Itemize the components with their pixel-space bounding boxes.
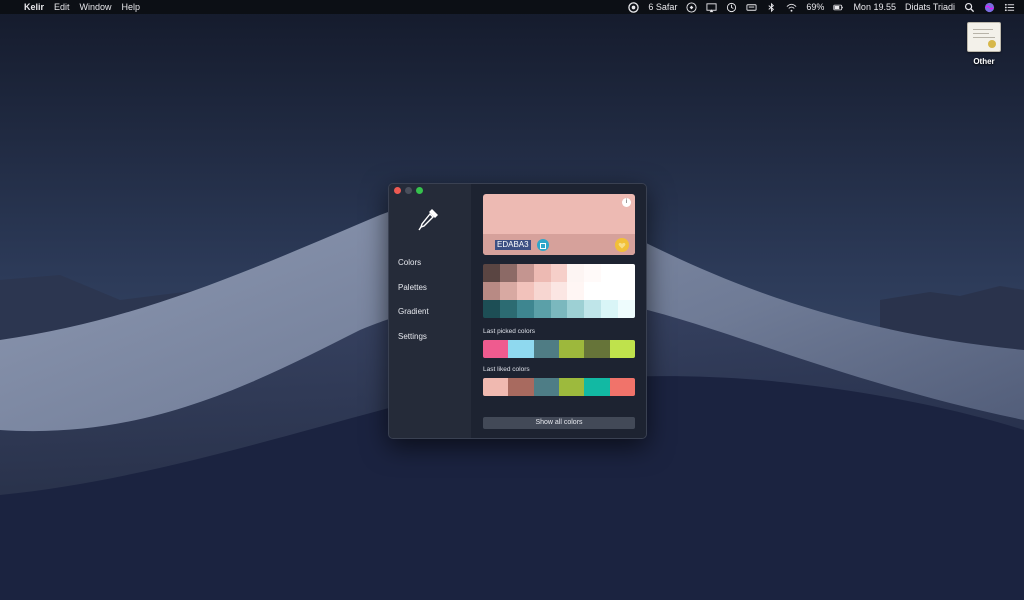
eyedropper-icon[interactable]	[417, 206, 441, 232]
sidebar-nav: Colors Palettes Gradient Settings	[398, 256, 429, 354]
shade-swatch[interactable]	[516, 264, 534, 282]
info-icon[interactable]: i	[622, 198, 631, 207]
dropbox-icon[interactable]	[686, 1, 697, 13]
last-picked-colors	[483, 340, 635, 358]
desktop-file-icon[interactable]: Other	[963, 22, 1005, 66]
last-liked-label: Last liked colors	[483, 366, 530, 373]
shade-swatch[interactable]	[618, 300, 635, 318]
last-liked-colors	[483, 378, 635, 396]
shade-swatch[interactable]	[533, 300, 551, 318]
menu-edit[interactable]: Edit	[54, 2, 70, 12]
last-picked-label: Last picked colors	[483, 328, 536, 335]
sidebar-item-settings[interactable]: Settings	[398, 330, 429, 355]
shade-swatch[interactable]	[499, 282, 517, 300]
battery-icon[interactable]	[833, 2, 844, 13]
close-button[interactable]	[394, 187, 401, 194]
minimize-button[interactable]	[405, 187, 412, 194]
sidebar-item-gradient[interactable]: Gradient	[398, 305, 429, 330]
shade-swatch[interactable]	[567, 282, 585, 300]
shade-swatch[interactable]	[533, 264, 551, 282]
battery-percent[interactable]: 69%	[806, 2, 824, 12]
shade-swatch[interactable]	[516, 300, 534, 318]
shade-swatch[interactable]	[550, 300, 568, 318]
bluetooth-icon[interactable]	[766, 2, 777, 13]
picked-color-swatch[interactable]	[558, 340, 585, 358]
liked-color-swatch[interactable]	[558, 378, 585, 396]
liked-color-swatch[interactable]	[609, 378, 635, 396]
shade-swatch[interactable]	[567, 300, 585, 318]
liked-color-swatch[interactable]	[533, 378, 559, 396]
shade-swatch[interactable]	[516, 282, 534, 300]
shades-row	[483, 300, 635, 318]
zoom-button[interactable]	[416, 187, 423, 194]
shade-swatch[interactable]	[483, 300, 500, 318]
current-color-swatch[interactable]: i EDABA3	[483, 194, 635, 255]
menu-help[interactable]: Help	[122, 2, 141, 12]
shade-swatch[interactable]	[601, 300, 619, 318]
spotlight-icon[interactable]	[964, 2, 975, 13]
shade-swatch[interactable]	[584, 282, 602, 300]
menu-app-name[interactable]: Kelir	[24, 2, 44, 12]
shade-swatch[interactable]	[584, 300, 602, 318]
picked-color-swatch[interactable]	[533, 340, 559, 358]
picked-color-swatch[interactable]	[609, 340, 635, 358]
window-controls	[394, 187, 427, 194]
copy-icon[interactable]	[537, 239, 549, 251]
shade-swatch[interactable]	[618, 282, 635, 300]
shade-swatch[interactable]	[483, 282, 500, 300]
picked-color-swatch[interactable]	[508, 340, 534, 358]
picked-color-swatch[interactable]	[483, 340, 509, 358]
picked-color-swatch[interactable]	[584, 340, 610, 358]
shade-swatch[interactable]	[584, 264, 602, 282]
shade-swatch[interactable]	[533, 282, 551, 300]
time-machine-icon[interactable]	[726, 2, 737, 13]
shade-swatch[interactable]	[499, 300, 517, 318]
shade-swatch[interactable]	[567, 264, 585, 282]
wifi-icon[interactable]	[786, 2, 797, 13]
shade-swatch[interactable]	[550, 264, 568, 282]
menubar-clock[interactable]: Mon 19.55	[853, 2, 896, 12]
shade-swatch[interactable]	[499, 264, 517, 282]
liked-color-swatch[interactable]	[483, 378, 509, 396]
desktop-file-label: Other	[973, 57, 995, 66]
shades-grid	[483, 264, 635, 318]
keyboard-icon[interactable]	[746, 2, 757, 13]
main-panel: i EDABA3 Last picked colors Last liked c…	[471, 184, 646, 438]
notification-center-icon[interactable]	[1004, 2, 1015, 13]
siri-icon[interactable]	[984, 2, 995, 13]
sidebar-item-colors[interactable]: Colors	[398, 256, 429, 281]
sidebar: Colors Palettes Gradient Settings	[389, 184, 471, 438]
shade-swatch[interactable]	[601, 264, 619, 282]
menu-window[interactable]: Window	[80, 2, 112, 12]
show-all-colors-button[interactable]: Show all colors	[483, 417, 635, 429]
sidebar-item-palettes[interactable]: Palettes	[398, 281, 429, 306]
hex-value-field[interactable]: EDABA3	[495, 240, 531, 250]
airplay-icon[interactable]	[706, 2, 717, 13]
shades-row	[483, 264, 635, 282]
like-icon[interactable]	[615, 238, 629, 252]
liked-color-swatch[interactable]	[584, 378, 610, 396]
certificate-icon	[967, 22, 1001, 52]
liked-color-swatch[interactable]	[508, 378, 534, 396]
hijri-calendar-icon[interactable]	[628, 1, 640, 13]
shade-swatch[interactable]	[601, 282, 619, 300]
shade-swatch[interactable]	[618, 264, 635, 282]
shade-swatch[interactable]	[550, 282, 568, 300]
hijri-date-text[interactable]: 6 Safar	[648, 2, 677, 12]
shades-row	[483, 282, 635, 300]
menubar-user[interactable]: Didats Triadi	[905, 2, 955, 12]
menu-bar: Kelir Edit Window Help 6 Safar 69% Mon 1…	[0, 0, 1024, 14]
kelir-window: Colors Palettes Gradient Settings i EDAB…	[388, 183, 647, 439]
shade-swatch[interactable]	[483, 264, 500, 282]
